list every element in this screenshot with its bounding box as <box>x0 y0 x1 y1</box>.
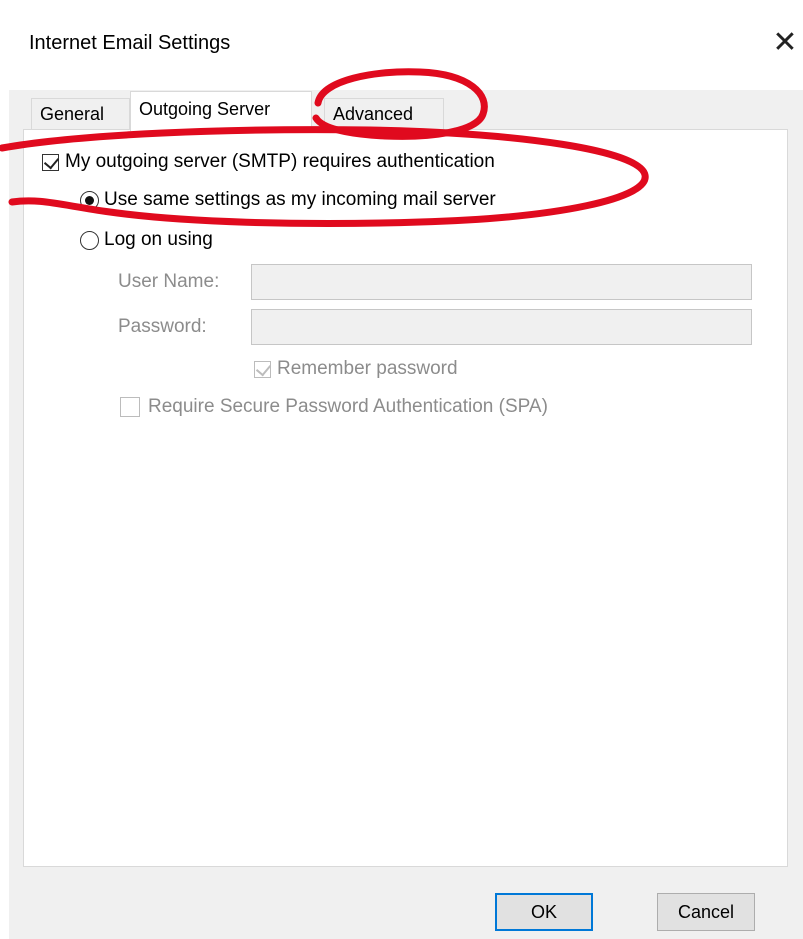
spa-label: Require Secure Password Authentication (… <box>148 396 548 417</box>
tab-advanced-label: Advanced <box>333 104 414 124</box>
smtp-auth-row[interactable]: My outgoing server (SMTP) requires authe… <box>42 151 495 173</box>
tab-general-label: General <box>40 104 105 124</box>
spa-row[interactable]: Require Secure Password Authentication (… <box>120 396 548 418</box>
ok-button[interactable]: OK <box>495 893 593 931</box>
remember-password-checkbox[interactable] <box>254 360 272 378</box>
internet-email-settings-dialog: Internet Email Settings ✕ General Outgoi… <box>0 0 803 939</box>
remember-password-row[interactable]: Remember password <box>254 358 458 380</box>
checkmark-icon <box>255 360 272 376</box>
use-same-settings-radio[interactable] <box>80 190 99 210</box>
remember-password-label: Remember password <box>277 358 458 379</box>
log-on-using-radio[interactable] <box>80 230 99 250</box>
smtp-auth-checkbox[interactable] <box>42 153 60 171</box>
tab-general[interactable]: General <box>31 98 130 130</box>
username-field[interactable] <box>251 264 752 300</box>
log-on-using-label: Log on using <box>104 229 213 250</box>
checkmark-icon <box>43 153 60 169</box>
username-label: User Name: <box>118 271 220 292</box>
log-on-using-row[interactable]: Log on using <box>80 229 213 251</box>
password-label: Password: <box>118 316 207 337</box>
cancel-button[interactable]: Cancel <box>657 893 755 931</box>
close-icon[interactable]: ✕ <box>770 26 800 60</box>
use-same-settings-label: Use same settings as my incoming mail se… <box>104 189 496 210</box>
tab-advanced[interactable]: Advanced <box>324 98 444 130</box>
tab-outgoing-server[interactable]: Outgoing Server <box>130 91 312 131</box>
use-same-settings-row[interactable]: Use same settings as my incoming mail se… <box>80 189 496 211</box>
spa-checkbox[interactable] <box>120 397 140 417</box>
smtp-auth-label: My outgoing server (SMTP) requires authe… <box>65 151 495 172</box>
password-field[interactable] <box>251 309 752 345</box>
tab-outgoing-server-label: Outgoing Server <box>139 99 271 119</box>
radio-selected-icon <box>85 195 94 205</box>
dialog-title: Internet Email Settings <box>29 32 231 54</box>
